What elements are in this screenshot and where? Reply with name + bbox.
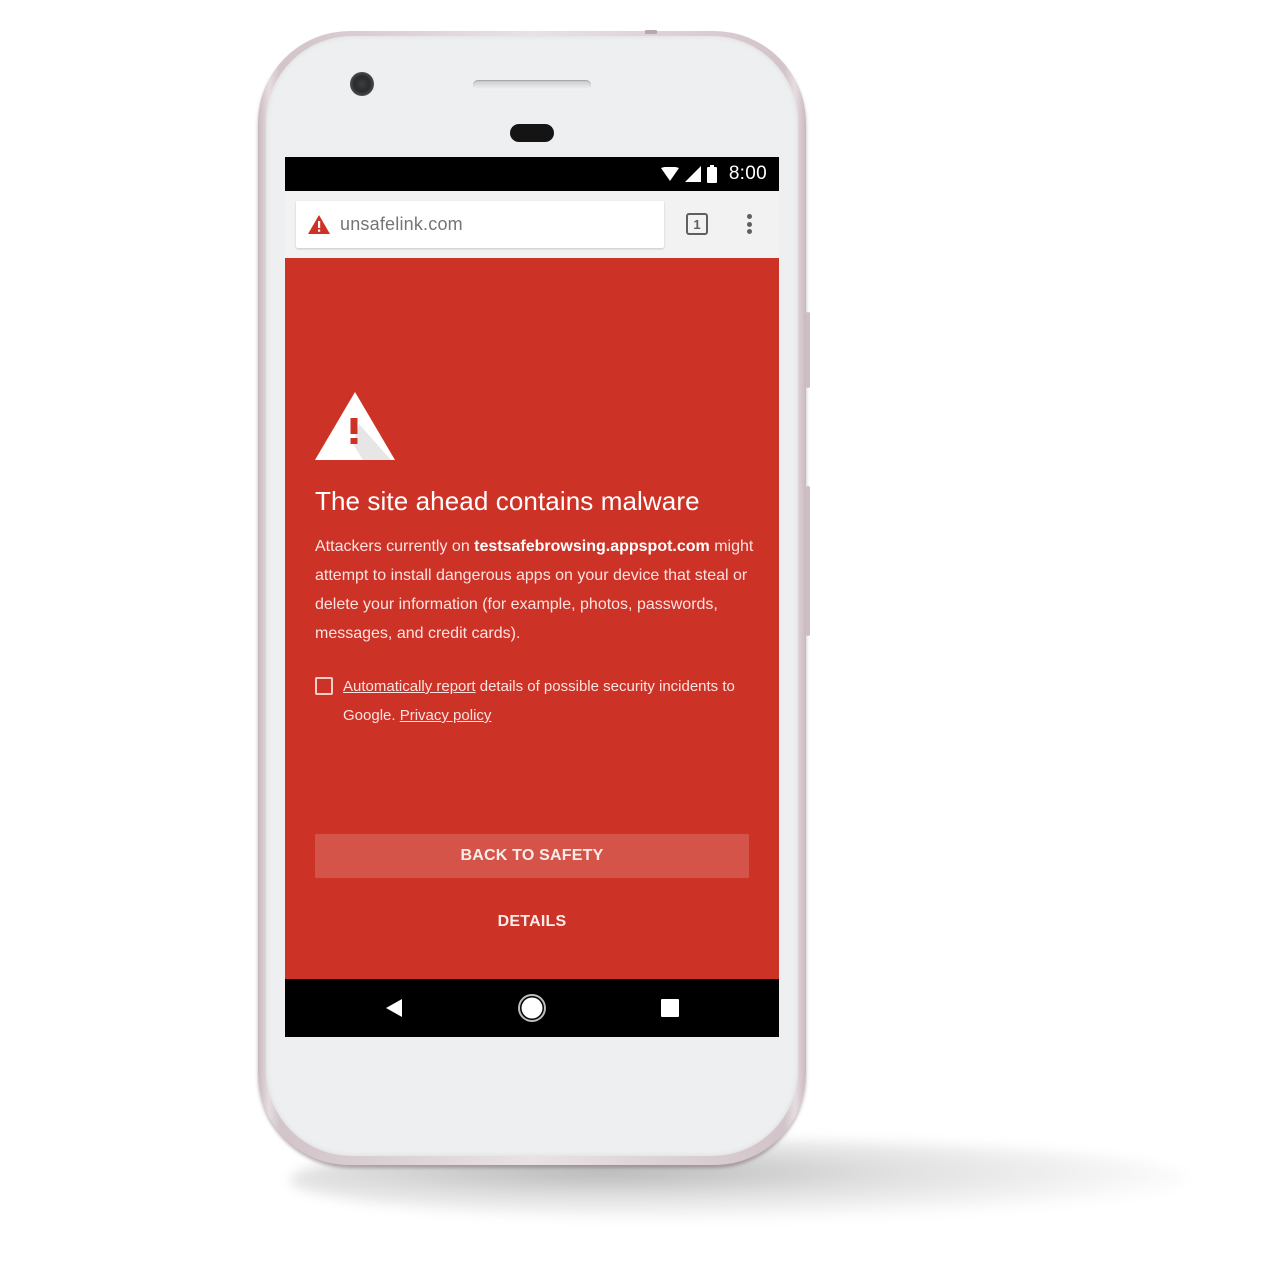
description-prefix: Attackers currently on <box>315 538 475 555</box>
recents-button[interactable] <box>653 991 687 1025</box>
phone-top-mic <box>645 30 657 34</box>
warning-description: Attackers currently on testsafebrowsing.… <box>315 532 755 648</box>
more-vert-icon[interactable] <box>739 211 759 237</box>
front-camera <box>350 72 374 96</box>
power-button <box>806 312 810 388</box>
automatically-report-link[interactable]: Automatically report <box>343 678 476 695</box>
wifi-icon <box>660 167 679 181</box>
status-icons: 8:00 <box>660 163 767 185</box>
home-button[interactable] <box>515 991 549 1025</box>
malicious-site-name: testsafebrowsing.appspot.com <box>474 538 710 555</box>
menu-dot <box>746 229 752 234</box>
browser-toolbar: unsafelink.com 1 <box>285 191 779 258</box>
warning-triangle-icon <box>315 392 395 460</box>
recents-icon <box>661 999 679 1017</box>
status-bar: 8:00 <box>285 157 779 191</box>
tab-count: 1 <box>693 216 701 232</box>
back-to-safety-button[interactable]: BACK TO SAFETY <box>315 834 749 878</box>
omnibox[interactable]: unsafelink.com <box>296 201 664 248</box>
back-icon <box>386 999 402 1017</box>
menu-dot <box>746 221 752 227</box>
battery-icon <box>706 165 717 183</box>
details-button[interactable]: DETAILS <box>465 902 599 942</box>
url-text[interactable]: unsafelink.com <box>340 214 463 235</box>
menu-dot <box>746 214 752 219</box>
back-button[interactable] <box>377 991 411 1025</box>
volume-button <box>806 486 810 636</box>
report-checkbox[interactable] <box>315 677 333 695</box>
cell-signal-icon <box>684 166 701 182</box>
navigation-bar <box>285 979 779 1037</box>
report-label: Automatically report details of possible… <box>343 672 753 730</box>
tab-switcher-button[interactable]: 1 <box>686 213 708 235</box>
privacy-policy-link[interactable]: Privacy policy <box>400 707 492 724</box>
malware-interstitial: The site ahead contains malware Attacker… <box>285 258 779 979</box>
warning-triangle-icon[interactable] <box>308 215 330 234</box>
page-title: The site ahead contains malware <box>315 486 700 516</box>
proximity-sensor <box>510 124 554 142</box>
status-time: 8:00 <box>728 163 767 184</box>
phone-screen: 8:00 unsafelink.com 1 The site ahead con… <box>285 157 779 1037</box>
home-icon <box>518 994 546 1022</box>
earpiece-speaker <box>473 80 591 90</box>
